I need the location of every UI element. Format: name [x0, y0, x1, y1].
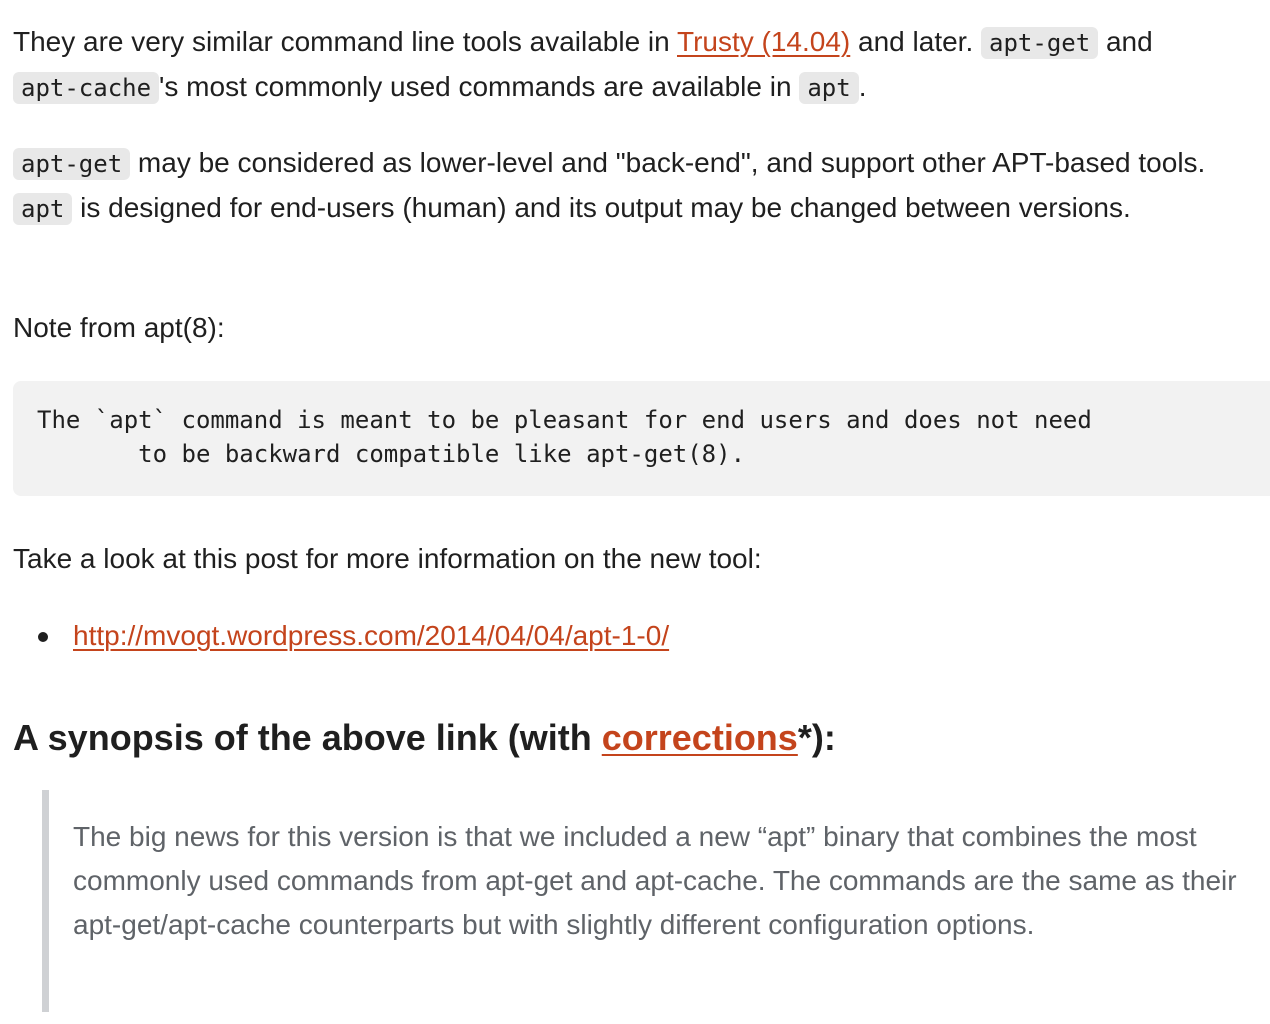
text: 's most commonly used commands are avail… — [159, 71, 800, 102]
trusty-link[interactable]: Trusty (14.04) — [677, 26, 850, 57]
text: and — [1098, 26, 1153, 57]
paragraph-note: Note from apt(8): — [13, 312, 225, 343]
text: A synopsis of the above link (with — [13, 717, 602, 758]
text: may be considered as lower-level and "ba… — [130, 147, 1206, 178]
inline-code-apt-get: apt-get — [981, 27, 1099, 59]
inline-code-apt: apt — [799, 72, 859, 104]
inline-code-apt: apt — [13, 193, 73, 225]
paragraph-post-intro: Take a look at this post for more inform… — [13, 543, 762, 574]
blockquote-text: The big news for this version is that we… — [73, 821, 1237, 940]
text: *): — [797, 717, 836, 758]
paragraph-comparison: apt-get may be considered as lower-level… — [13, 141, 1263, 231]
inline-code-apt-get: apt-get — [13, 148, 131, 180]
mvogt-post-link[interactable]: http://mvogt.wordpress.com/2014/04/04/ap… — [73, 620, 669, 651]
code-block: The `apt` command is meant to be pleasan… — [13, 381, 1270, 496]
blockquote: The big news for this version is that we… — [42, 790, 1262, 1012]
link-list: http://mvogt.wordpress.com/2014/04/04/ap… — [13, 614, 1263, 658]
text: . — [858, 71, 867, 102]
text: and later. — [850, 26, 982, 57]
corrections-link[interactable]: corrections — [602, 717, 798, 758]
text: is designed for end-users (human) and it… — [72, 192, 1131, 223]
paragraph-intro: They are very similar command line tools… — [13, 20, 1263, 110]
section-heading: A synopsis of the above link (with corre… — [13, 710, 836, 766]
bullet-icon — [38, 632, 48, 642]
text: They are very similar command line tools… — [13, 26, 677, 57]
list-item: http://mvogt.wordpress.com/2014/04/04/ap… — [13, 614, 1263, 658]
answer-body: They are very similar command line tools… — [0, 0, 1270, 1024]
inline-code-apt-cache: apt-cache — [13, 72, 160, 104]
